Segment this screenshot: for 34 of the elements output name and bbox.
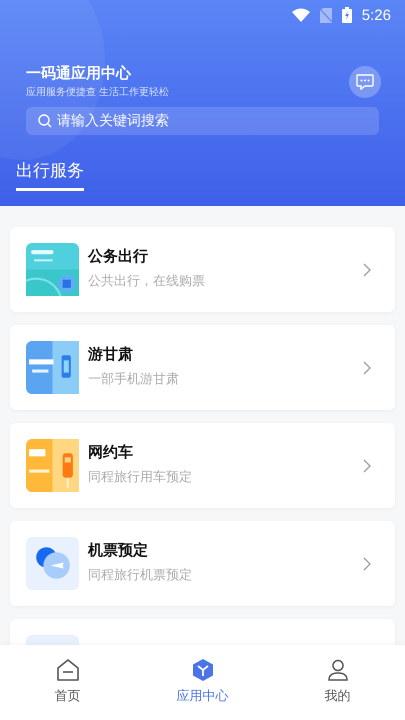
app-description: 同程旅行机票预定 <box>88 567 193 584</box>
message-button[interactable] <box>349 66 381 98</box>
nav-tab[interactable]: 首页 <box>0 645 135 720</box>
status-time: 5:26 <box>362 6 391 24</box>
app-card[interactable]: 网约车 同程旅行用车预定 <box>10 423 395 508</box>
app-card[interactable]: 机票预定 同程旅行机票预定 <box>10 521 395 606</box>
app-card[interactable]: 公务出行 公共出行，在线购票 <box>10 227 395 312</box>
user-icon <box>326 659 348 681</box>
app-title: 机票预定 <box>88 541 149 560</box>
search-icon <box>38 114 52 128</box>
page-title: 一码通应用中心 <box>26 64 132 83</box>
app-title: 公务出行 <box>88 247 149 266</box>
no-sim-icon <box>320 8 332 22</box>
app-card[interactable]: 游甘肃 一部手机游甘肃 <box>10 325 395 410</box>
battery-charging-icon <box>342 7 352 23</box>
cube-icon <box>192 659 214 681</box>
chevron-right-icon <box>363 458 371 472</box>
app-description: 公共出行，在线购票 <box>88 273 206 290</box>
app-description: 同程旅行用车预定 <box>88 469 193 486</box>
chevron-right-icon <box>363 556 371 570</box>
search-input[interactable]: 请输入关键词搜索 <box>57 113 367 129</box>
search-field[interactable]: 请输入关键词搜索 <box>26 107 379 135</box>
app-title: 网约车 <box>88 443 134 462</box>
page-subtitle: 应用服务便捷查 生活工作更轻松 <box>26 86 170 99</box>
chat-icon <box>356 74 374 90</box>
nav-tab[interactable]: 我的 <box>270 645 405 720</box>
category-tab[interactable]: 出行服务 <box>16 159 84 191</box>
app-description: 一部手机游甘肃 <box>88 371 180 388</box>
wifi-icon <box>292 8 310 22</box>
chevron-right-icon <box>363 262 371 276</box>
chevron-right-icon <box>363 360 371 374</box>
nav-tab[interactable]: 应用中心 <box>135 645 270 720</box>
home-icon <box>56 659 78 681</box>
app-title: 游甘肃 <box>88 345 134 364</box>
